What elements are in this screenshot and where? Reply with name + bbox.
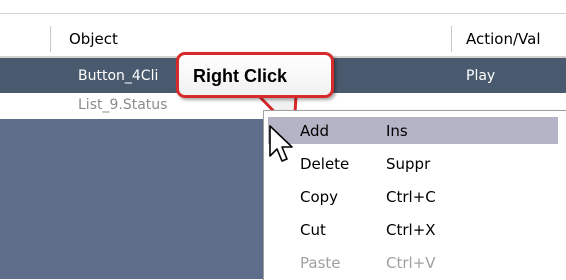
column-separator[interactable] [50,26,51,52]
top-border [0,0,566,14]
object-cell[interactable]: List_9.Status [78,97,167,113]
menu-item-delete[interactable]: Delete Suppr [268,150,558,177]
menu-item-label: Paste [300,254,341,272]
column-separator[interactable] [451,26,452,52]
menu-item-label: Cut [300,221,326,239]
callout-label: Right Click [193,66,288,86]
menu-item-shortcut: Ins [386,122,408,140]
mouse-pointer-icon [269,125,293,162]
menu-item-shortcut: Suppr [386,155,431,173]
menu-item-cut[interactable]: Cut Ctrl+X [268,216,558,243]
column-header-object[interactable]: Object [69,30,118,48]
menu-item-add[interactable]: Add Ins [268,117,558,144]
menu-item-label: Delete [300,155,350,173]
menu-item-shortcut: Ctrl+X [386,221,436,239]
menu-item-shortcut: Ctrl+V [386,254,436,272]
right-click-callout: Right Click [176,52,334,98]
action-cell[interactable]: Play [466,68,495,84]
column-header-bar: Object Action/Val [0,22,566,56]
menu-item-copy[interactable]: Copy Ctrl+C [268,183,558,210]
menu-item-label: Add [300,122,330,140]
object-cell[interactable]: Button_4Cli [78,68,182,84]
menu-item-label: Copy [300,188,339,206]
context-menu: Add Ins Delete Suppr Copy Ctrl+C Cut Ctr… [263,110,566,280]
menu-item-shortcut: Ctrl+C [386,188,436,206]
column-header-action[interactable]: Action/Val [466,30,541,48]
menu-item-paste[interactable]: Paste Ctrl+V [268,249,558,276]
